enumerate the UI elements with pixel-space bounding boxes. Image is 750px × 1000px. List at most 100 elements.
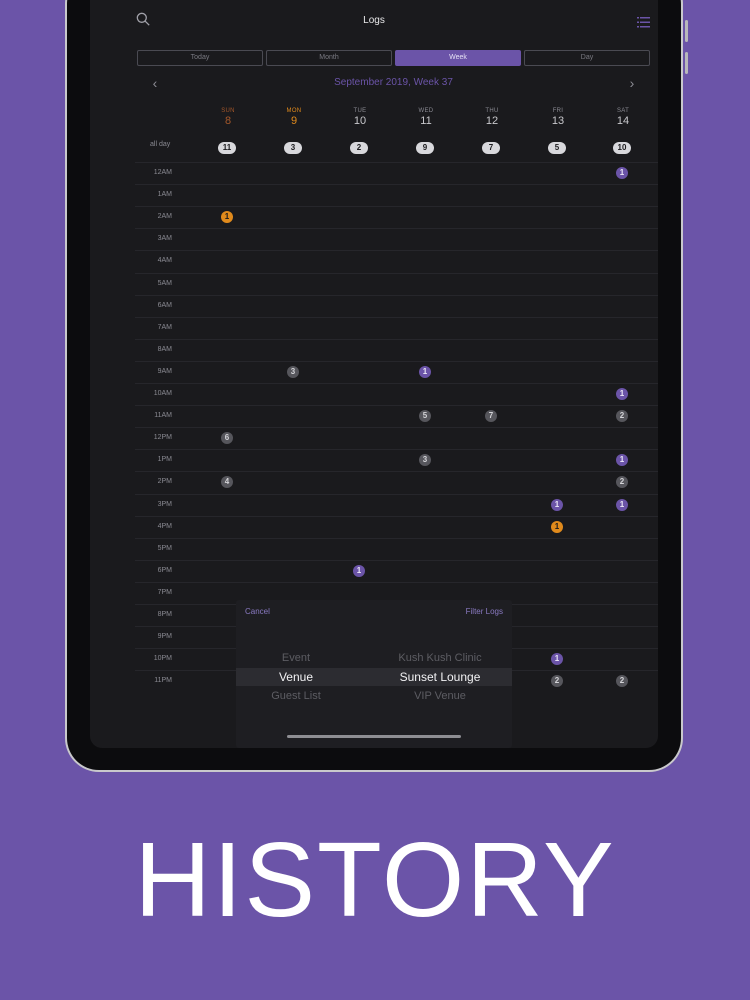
all-day-count-badge[interactable]: 5 — [548, 142, 566, 154]
all-day-label: all day — [150, 141, 171, 148]
log-count-badge[interactable]: 4 — [221, 476, 233, 489]
log-count-badge[interactable]: 2 — [616, 410, 628, 423]
tab-day[interactable]: Day — [524, 50, 650, 66]
hour-label: 1AM — [157, 191, 172, 199]
day-date: 10 — [353, 115, 367, 127]
hour-gridline — [135, 360, 658, 362]
hour-label: 8AM — [157, 345, 172, 353]
day-date: 13 — [551, 115, 565, 127]
log-count-badge[interactable]: 1 — [616, 498, 628, 511]
day-name: WED — [418, 108, 434, 114]
hour-gridline — [135, 471, 658, 473]
list-view-icon[interactable] — [637, 15, 650, 28]
home-indicator — [287, 735, 461, 738]
log-count-badge[interactable]: 1 — [353, 564, 365, 577]
filter-logs-button[interactable]: Filter Logs — [466, 607, 503, 616]
page-title: Logs — [363, 15, 385, 26]
hour-gridline — [135, 184, 658, 186]
hour-gridline — [135, 250, 658, 252]
day-header[interactable]: MON 9 — [274, 108, 314, 127]
picker-option[interactable]: Kush Kush Clinic — [370, 652, 510, 664]
picker-option[interactable]: Guest List — [236, 690, 366, 702]
tab-month[interactable]: Month — [266, 50, 392, 66]
hour-gridline — [135, 559, 658, 561]
hour-label: 7PM — [157, 588, 172, 596]
log-count-badge[interactable]: 1 — [221, 211, 233, 224]
hour-gridline — [135, 162, 658, 163]
day-header[interactable]: SUN 8 — [208, 108, 248, 127]
log-count-badge[interactable]: 6 — [221, 432, 233, 445]
view-segmented-control: Today Month Week Day — [137, 50, 650, 66]
log-count-badge[interactable]: 7 — [485, 410, 497, 423]
hour-label: 5PM — [157, 544, 172, 552]
log-count-badge[interactable]: 5 — [419, 410, 431, 423]
hour-label: 6PM — [157, 566, 172, 574]
day-header[interactable]: SAT 14 — [603, 108, 643, 127]
tab-today[interactable]: Today — [137, 50, 263, 66]
picker-option-selected[interactable]: Venue — [236, 670, 366, 684]
hour-label: 6AM — [157, 301, 172, 309]
log-count-badge[interactable]: 1 — [419, 365, 431, 378]
day-name: THU — [485, 108, 499, 114]
day-name: FRI — [552, 108, 564, 114]
day-date: 11 — [420, 115, 432, 127]
hour-label: 10AM — [153, 390, 172, 397]
log-count-badge[interactable]: 2 — [616, 476, 628, 489]
week-navigation: ‹ September 2019, Week 37 › — [137, 74, 650, 92]
day-name: MON — [286, 108, 302, 114]
chevron-right-icon[interactable]: › — [624, 74, 640, 92]
hour-label: 2PM — [157, 478, 172, 486]
log-count-badge[interactable]: 1 — [551, 498, 563, 511]
day-date: 12 — [485, 115, 499, 127]
hour-label: 2AM — [157, 213, 172, 221]
log-count-badge[interactable]: 1 — [551, 653, 563, 666]
hour-gridline — [135, 338, 658, 340]
log-count-badge[interactable]: 1 — [616, 388, 628, 400]
hour-label: 12AM — [153, 169, 172, 176]
all-day-count-badge[interactable]: 11 — [218, 142, 236, 154]
hour-label: 9PM — [157, 633, 172, 641]
log-count-badge[interactable]: 3 — [419, 454, 431, 467]
day-header[interactable]: TUE 10 — [340, 108, 380, 127]
day-header[interactable]: WED 11 — [406, 108, 446, 127]
log-count-badge[interactable]: 2 — [616, 675, 628, 688]
hour-label: 7AM — [157, 323, 172, 331]
cancel-button[interactable]: Cancel — [245, 607, 270, 616]
hour-gridline — [135, 427, 658, 429]
log-count-badge[interactable]: 1 — [551, 520, 563, 533]
log-count-badge[interactable]: 1 — [616, 167, 628, 179]
week-title: September 2019, Week 37 — [334, 77, 453, 88]
hour-gridline — [135, 493, 658, 495]
day-name: SAT — [616, 108, 630, 114]
picker-option[interactable]: Event — [236, 652, 366, 664]
hour-gridline — [135, 316, 658, 318]
all-day-count-badge[interactable]: 9 — [416, 142, 434, 154]
hour-label: 4PM — [157, 522, 172, 530]
all-day-count-badge[interactable]: 10 — [613, 142, 631, 154]
tab-week[interactable]: Week — [395, 50, 521, 66]
caption-heading: HISTORY — [134, 821, 616, 939]
hour-label: 10PM — [153, 655, 172, 663]
day-name: TUE — [353, 108, 367, 114]
app-screen: Logs Today Month Week Day ‹ September 20… — [90, 0, 658, 748]
hour-gridline — [135, 272, 658, 274]
picker-option-selected[interactable]: Sunset Lounge — [370, 670, 510, 684]
volume-button — [685, 52, 688, 74]
log-count-badge[interactable]: 3 — [287, 365, 299, 378]
log-count-badge[interactable]: 2 — [551, 675, 563, 688]
hour-gridline — [135, 383, 658, 384]
day-header[interactable]: FRI 13 — [538, 108, 578, 127]
hour-label: 3AM — [157, 235, 172, 243]
all-day-count-badge[interactable]: 3 — [284, 142, 302, 154]
log-count-badge[interactable]: 1 — [616, 454, 628, 467]
picker-option[interactable]: VIP Venue — [370, 690, 510, 702]
hour-gridline — [135, 537, 658, 539]
day-date: 14 — [616, 115, 630, 127]
day-header[interactable]: THU 12 — [472, 108, 512, 127]
all-day-count-badge[interactable]: 2 — [350, 142, 368, 154]
hour-gridline — [135, 405, 658, 407]
all-day-count-badge[interactable]: 7 — [482, 142, 500, 154]
filter-sheet: Cancel Filter Logs Event Venue Guest Lis… — [236, 600, 512, 748]
hour-label: 12PM — [153, 434, 172, 442]
day-date: 9 — [290, 115, 298, 127]
